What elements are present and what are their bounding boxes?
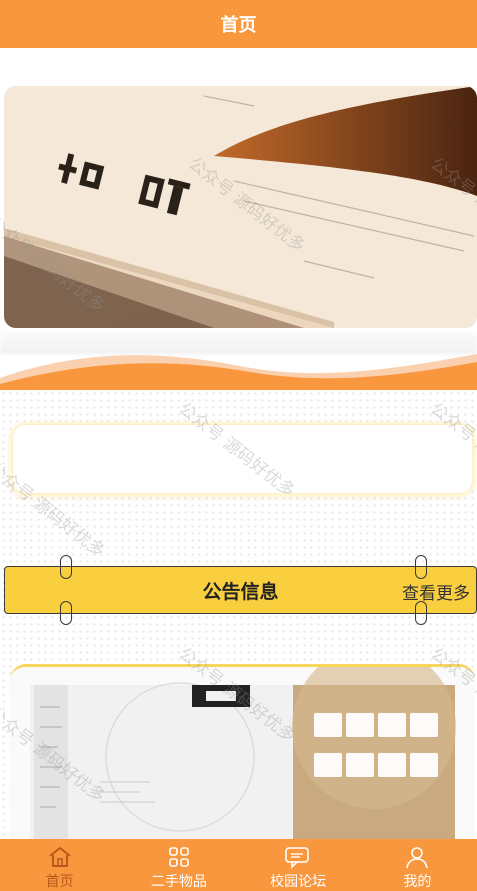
notice-bar: 公告信息 查看更多 (4, 566, 477, 614)
tab-label: 首页 (45, 874, 74, 890)
binder-ring-top-left (60, 555, 72, 579)
book-item-card[interactable] (10, 664, 475, 840)
tab-home[interactable]: 首页 (0, 839, 119, 891)
tab-label: 校园论坛 (270, 874, 327, 890)
tab-label: 二手物品 (150, 874, 207, 890)
tab-mine[interactable]: 我的 (358, 839, 477, 891)
tab-forum[interactable]: 校园论坛 (239, 839, 358, 891)
banner-image[interactable] (4, 86, 477, 328)
tab-secondhand[interactable]: 二手物品 (119, 839, 238, 891)
orange-wave-divider (0, 354, 477, 390)
user-icon (406, 847, 429, 869)
grid-icon (169, 847, 189, 867)
home-icon (49, 847, 71, 867)
book-cover-image (10, 667, 475, 840)
notice-more-link[interactable]: 查看更多 (402, 579, 470, 604)
book-photo-image (4, 86, 477, 328)
binder-ring-bottom-right (415, 601, 427, 625)
chat-icon (285, 847, 309, 869)
content-card (10, 422, 475, 496)
notice-title: 公告信息 (202, 580, 279, 603)
binder-ring-top-right (415, 555, 427, 579)
binder-ring-bottom-left (60, 601, 72, 625)
page-title: 首页 (220, 15, 257, 36)
top-navigation-bar: 首页 (0, 0, 477, 48)
bottom-tab-bar: 首页 二手物品 校园论坛 我的 (0, 839, 477, 891)
tab-label: 我的 (403, 874, 432, 890)
